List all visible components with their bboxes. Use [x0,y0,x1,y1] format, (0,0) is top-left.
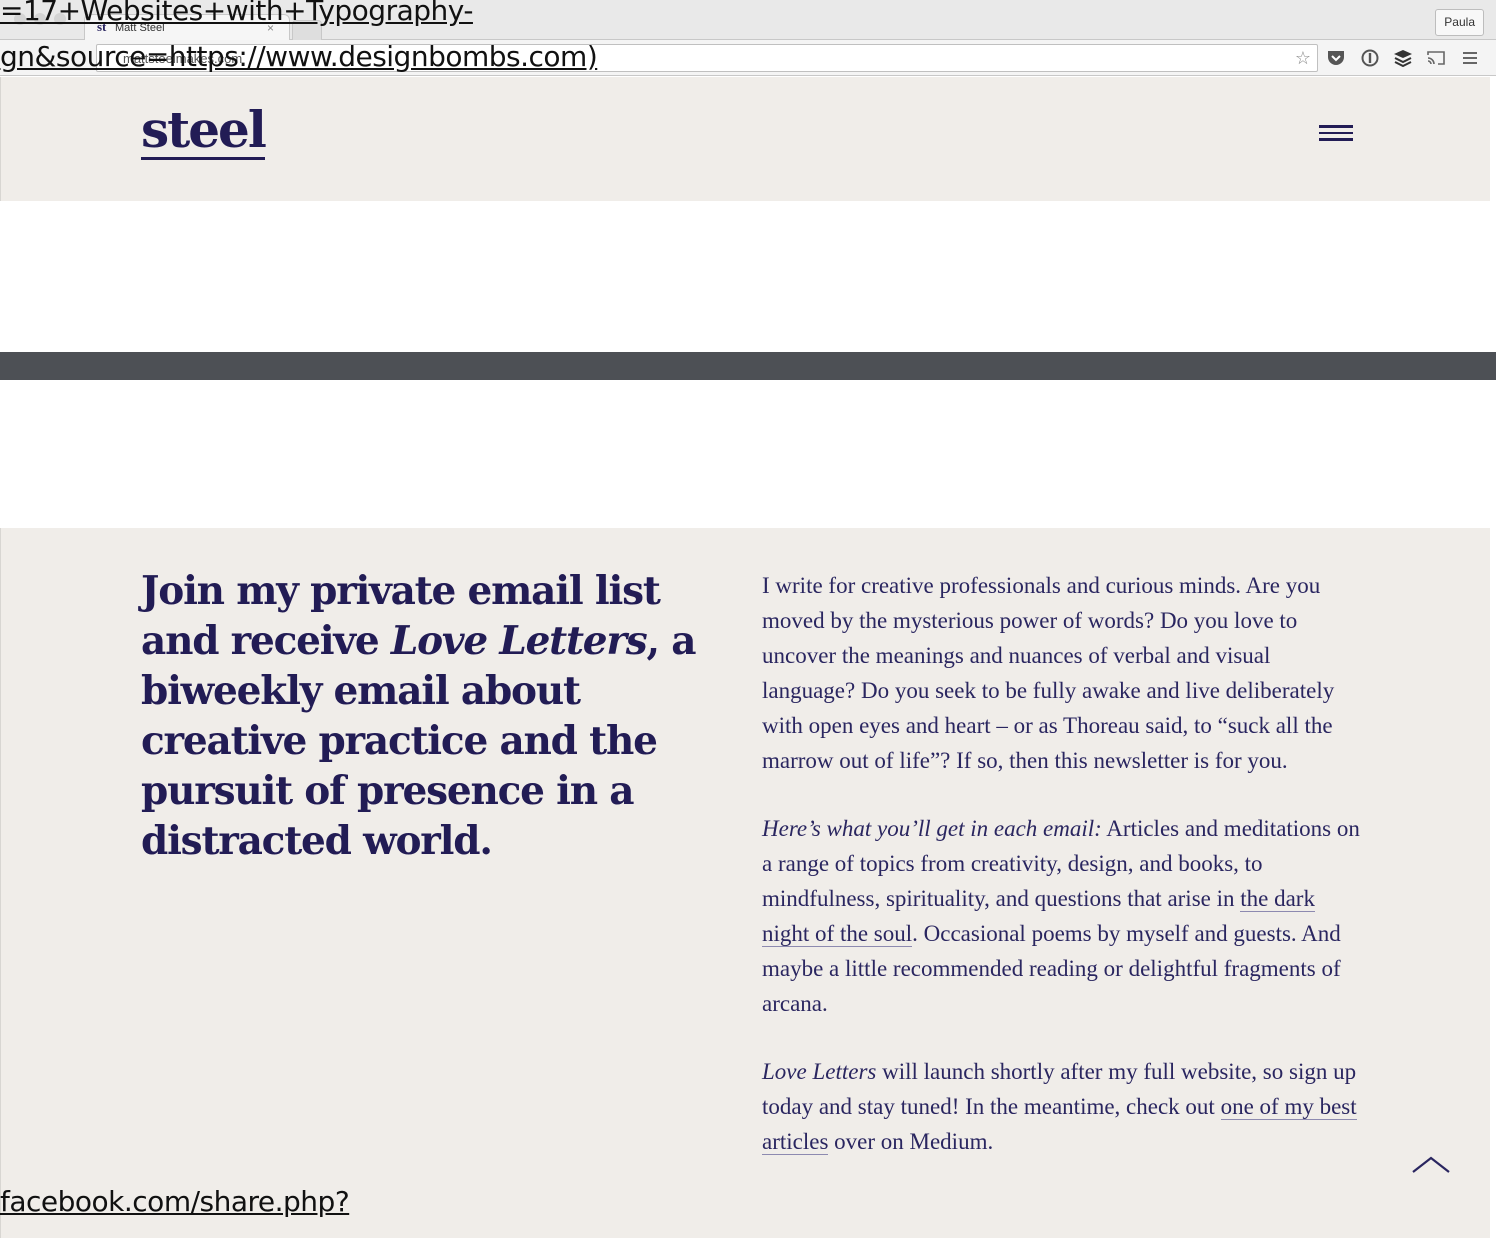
overlay-link-share[interactable]: facebook.com/share.php? [0,1185,350,1218]
heading-italic-title: Love Letters [390,618,648,664]
site-header: steel [0,77,1490,201]
site-logo[interactable]: steel [141,105,267,160]
hamburger-menu-icon[interactable] [1319,125,1353,143]
profile-button[interactable]: Paula [1435,9,1484,36]
scroll-to-top-icon[interactable] [1411,1152,1451,1176]
overlay-link-url[interactable]: gn&source=https://www.designbombs.com) [0,40,598,73]
newsletter-body: I write for creative professionals and c… [762,568,1362,1192]
pocket-icon[interactable] [1326,48,1346,68]
launch-paragraph: Love Letters will launch shortly after m… [762,1059,1357,1155]
contents-paragraph: Here’s what you’ll get in each email: Ar… [762,816,1360,1016]
newsletter-heading: Join my private email list and receive L… [141,568,697,864]
cast-icon[interactable] [1426,48,1446,68]
newsletter-section: Join my private email list and receive L… [0,528,1490,1238]
onepassword-icon[interactable] [1360,48,1380,68]
overlay-link-top[interactable]: =17+Websites+with+Typography- [0,0,473,27]
dark-divider-band [0,352,1496,380]
intro-paragraph: I write for creative professionals and c… [762,573,1335,773]
buffer-icon[interactable] [1393,48,1413,68]
bookmark-star-icon[interactable]: ☆ [1295,48,1311,69]
browser-menu-icon[interactable] [1460,48,1480,68]
